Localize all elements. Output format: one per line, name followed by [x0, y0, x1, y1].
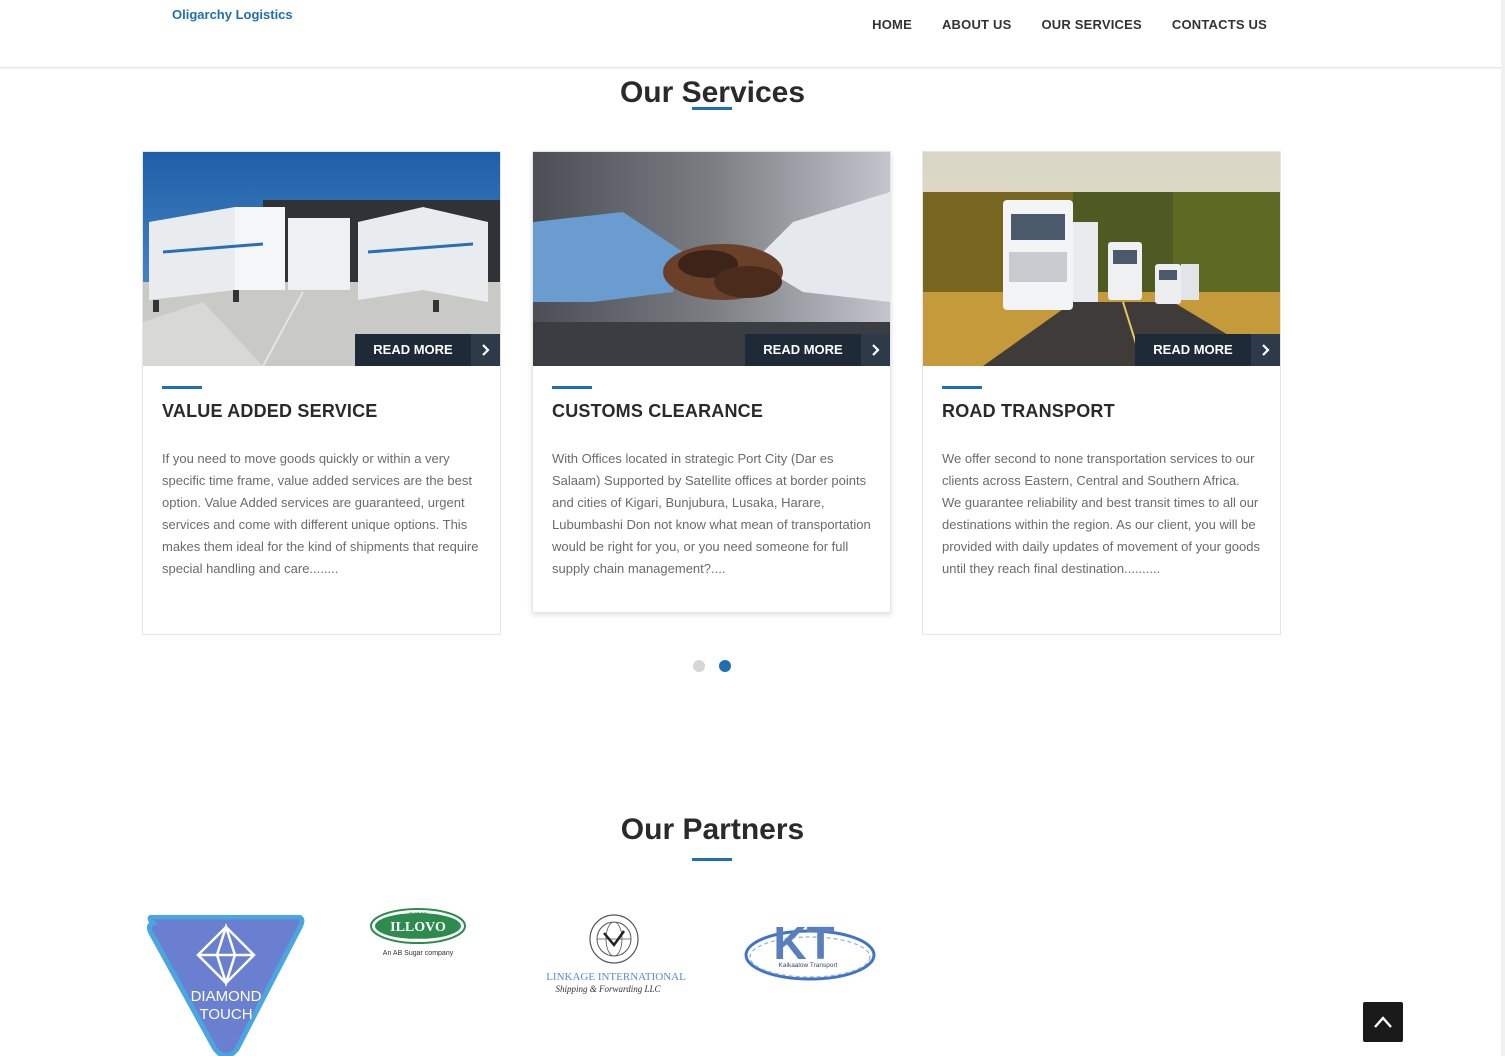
service-card-value-added: READ MORE VALUE ADDED SERVICE If you nee…	[142, 151, 501, 635]
read-more-button-value-added[interactable]: READ MORE	[355, 334, 500, 366]
back-to-top-button[interactable]	[1363, 1002, 1403, 1042]
site-header: Oligarchy Logistics HOME ABOUT US OUR SE…	[0, 0, 1505, 68]
brand-logo-text[interactable]: Oligarchy Logistics	[172, 7, 293, 22]
service-card-text: We offer second to none transportation s…	[942, 451, 1260, 576]
linkage-line2: Shipping & Forwarding LLC	[556, 984, 662, 994]
service-card-text: If you need to move goods quickly or wit…	[162, 451, 479, 576]
carousel-dot-2-active[interactable]	[719, 660, 731, 672]
illovo-tagline: An AB Sugar company	[383, 950, 454, 957]
service-card-customs-clearance: READ MORE CUSTOMS CLEARANCE With Offices…	[532, 151, 891, 613]
card-accent-bar	[162, 386, 202, 389]
service-card-title: CUSTOMS CLEARANCE	[552, 401, 764, 421]
chevron-right-icon	[1251, 334, 1280, 366]
card-accent-bar	[552, 386, 592, 389]
main-nav: HOME ABOUT US OUR SERVICES CONTACTS US	[872, 17, 1267, 32]
partners-heading: Our Partners	[620, 813, 805, 846]
linkage-line1: LINKAGE INTERNATIONAL	[546, 971, 686, 983]
nav-home[interactable]: HOME	[872, 17, 912, 32]
illovo-top: SUGAR	[409, 912, 427, 918]
nav-about-us[interactable]: ABOUT US	[942, 17, 1012, 32]
service-image-trailers: READ MORE	[143, 152, 500, 366]
read-more-button-customs[interactable]: READ MORE	[745, 334, 890, 366]
partner-logo-diamond-touch[interactable]: DIAMOND TOUCH	[145, 914, 307, 1056]
illovo-bottom: AFRICA	[411, 937, 426, 942]
service-card-title: VALUE ADDED SERVICE	[162, 401, 378, 421]
page-scrollbar[interactable]	[1501, 0, 1505, 1056]
services-heading-underline	[692, 107, 732, 110]
card-accent-bar	[942, 386, 982, 389]
nav-contacts-us[interactable]: CONTACTS US	[1172, 17, 1267, 32]
service-image-trucks: READ MORE	[923, 152, 1280, 366]
service-card-road-transport: READ MORE ROAD TRANSPORT We offer second…	[922, 151, 1281, 635]
services-heading: Our Services	[619, 76, 806, 109]
read-more-button-road-transport[interactable]: READ MORE	[1135, 334, 1280, 366]
kt-sub: Kalkaalow Transport	[779, 962, 838, 969]
partner-logo-illovo[interactable]: SUGAR ILLOVO AFRICA An AB Sugar company	[368, 906, 472, 962]
diamond-touch-line2: TOUCH	[199, 1006, 252, 1023]
partners-heading-underline	[692, 858, 732, 861]
service-card-title: ROAD TRANSPORT	[942, 401, 1115, 421]
diamond-touch-line1: DIAMOND	[191, 988, 262, 1005]
carousel-dot-1[interactable]	[693, 660, 705, 672]
illovo-word: ILLOVO	[390, 920, 446, 935]
service-image-handshake: READ MORE	[533, 152, 890, 366]
partner-logo-linkage[interactable]: LINKAGE INTERNATIONAL Shipping & Forward…	[538, 913, 694, 997]
read-more-label: READ MORE	[355, 334, 471, 366]
chevron-right-icon	[471, 334, 500, 366]
partner-logo-kt[interactable]: KT Kalkaalow Transport	[742, 911, 878, 983]
nav-our-services[interactable]: OUR SERVICES	[1041, 17, 1141, 32]
chevron-right-icon	[861, 334, 890, 366]
read-more-label: READ MORE	[745, 334, 861, 366]
service-card-text: With Offices located in strategic Port C…	[552, 451, 871, 576]
read-more-label: READ MORE	[1135, 334, 1251, 366]
chevron-up-icon	[1374, 1016, 1392, 1028]
